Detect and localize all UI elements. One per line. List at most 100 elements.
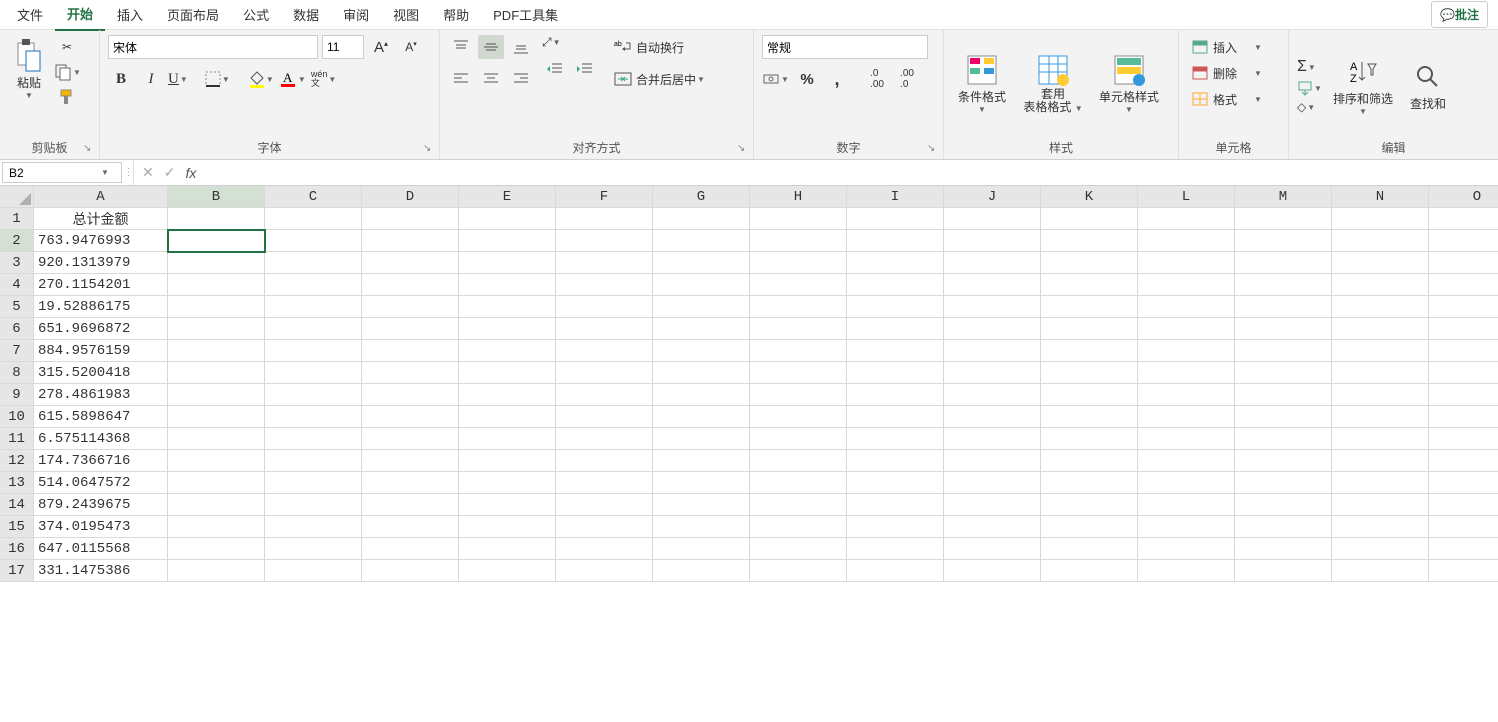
row-header[interactable]: 16 bbox=[0, 538, 34, 560]
cell[interactable] bbox=[847, 340, 944, 362]
cell[interactable]: 763.9476993 bbox=[34, 230, 168, 252]
cell[interactable] bbox=[944, 230, 1041, 252]
cell[interactable] bbox=[265, 274, 362, 296]
cell[interactable] bbox=[653, 428, 750, 450]
cell[interactable] bbox=[1138, 384, 1235, 406]
cell[interactable] bbox=[265, 296, 362, 318]
cell[interactable] bbox=[1041, 560, 1138, 582]
cell[interactable] bbox=[653, 516, 750, 538]
cell[interactable] bbox=[1138, 318, 1235, 340]
increase-font-button[interactable]: A▴ bbox=[368, 35, 394, 59]
menu-item-0[interactable]: 文件 bbox=[5, 0, 55, 30]
cell[interactable] bbox=[362, 406, 459, 428]
cell[interactable] bbox=[362, 362, 459, 384]
cell[interactable] bbox=[168, 516, 265, 538]
cell[interactable] bbox=[653, 230, 750, 252]
cell[interactable] bbox=[1235, 318, 1332, 340]
dialog-launcher[interactable]: ↘ bbox=[83, 143, 97, 157]
cell[interactable] bbox=[847, 296, 944, 318]
cell[interactable] bbox=[750, 450, 847, 472]
cell[interactable] bbox=[168, 252, 265, 274]
cell[interactable] bbox=[459, 472, 556, 494]
cell[interactable] bbox=[459, 230, 556, 252]
cell[interactable] bbox=[168, 494, 265, 516]
cell[interactable] bbox=[750, 362, 847, 384]
paste-button[interactable]: 粘贴 ▼ bbox=[8, 35, 50, 105]
cell[interactable] bbox=[459, 384, 556, 406]
column-header[interactable]: G bbox=[653, 186, 750, 208]
menu-item-6[interactable]: 审阅 bbox=[331, 0, 381, 30]
cell[interactable] bbox=[556, 450, 653, 472]
cell[interactable] bbox=[1429, 538, 1498, 560]
cell[interactable] bbox=[1138, 516, 1235, 538]
font-name-select[interactable] bbox=[108, 35, 318, 59]
cell[interactable] bbox=[556, 560, 653, 582]
cell[interactable] bbox=[750, 384, 847, 406]
cell[interactable] bbox=[1041, 296, 1138, 318]
cell[interactable] bbox=[1138, 428, 1235, 450]
cell[interactable] bbox=[1138, 472, 1235, 494]
italic-button[interactable]: I bbox=[138, 67, 164, 91]
dialog-launcher[interactable]: ↘ bbox=[423, 143, 437, 157]
cell[interactable] bbox=[168, 340, 265, 362]
cell[interactable] bbox=[1138, 230, 1235, 252]
cell[interactable] bbox=[556, 384, 653, 406]
cell[interactable] bbox=[265, 252, 362, 274]
cell[interactable] bbox=[265, 318, 362, 340]
align-center-button[interactable] bbox=[478, 67, 504, 91]
cell[interactable] bbox=[847, 494, 944, 516]
cell[interactable] bbox=[362, 384, 459, 406]
cell[interactable] bbox=[362, 274, 459, 296]
cell[interactable] bbox=[459, 274, 556, 296]
cell[interactable] bbox=[653, 362, 750, 384]
cell[interactable] bbox=[653, 384, 750, 406]
menu-item-3[interactable]: 页面布局 bbox=[155, 0, 231, 30]
cell[interactable] bbox=[750, 494, 847, 516]
cell[interactable] bbox=[556, 406, 653, 428]
clear-button[interactable]: ◇▼ bbox=[1297, 100, 1323, 114]
cell[interactable] bbox=[1138, 274, 1235, 296]
conditional-format-button[interactable]: 条件格式 ▼ bbox=[952, 39, 1012, 129]
cell[interactable] bbox=[1332, 296, 1429, 318]
cell[interactable]: 6.575114368 bbox=[34, 428, 168, 450]
cell[interactable] bbox=[750, 538, 847, 560]
menu-item-5[interactable]: 数据 bbox=[281, 0, 331, 30]
cell[interactable] bbox=[1235, 362, 1332, 384]
cell[interactable] bbox=[944, 538, 1041, 560]
cell[interactable] bbox=[944, 494, 1041, 516]
cell[interactable] bbox=[1332, 428, 1429, 450]
insert-function-button[interactable]: fx bbox=[185, 165, 196, 181]
cell[interactable] bbox=[847, 516, 944, 538]
cell[interactable] bbox=[459, 428, 556, 450]
comma-button[interactable]: , bbox=[824, 67, 850, 91]
format-painter-button[interactable] bbox=[54, 85, 80, 109]
cell[interactable] bbox=[847, 406, 944, 428]
select-all-corner[interactable] bbox=[0, 186, 34, 208]
cell[interactable] bbox=[556, 494, 653, 516]
cell[interactable] bbox=[265, 450, 362, 472]
formula-input[interactable] bbox=[204, 160, 1498, 185]
cell[interactable] bbox=[362, 208, 459, 230]
fill-color-button[interactable]: ▼ bbox=[247, 70, 275, 88]
cell[interactable] bbox=[459, 406, 556, 428]
cell[interactable] bbox=[556, 318, 653, 340]
cell[interactable] bbox=[1041, 428, 1138, 450]
accounting-format-button[interactable]: ▼ bbox=[762, 71, 790, 87]
cell[interactable] bbox=[556, 252, 653, 274]
cell[interactable] bbox=[556, 428, 653, 450]
cell[interactable]: 278.4861983 bbox=[34, 384, 168, 406]
cell[interactable] bbox=[1235, 494, 1332, 516]
border-button[interactable]: ▼ bbox=[205, 71, 231, 87]
cell[interactable] bbox=[1235, 340, 1332, 362]
cell[interactable] bbox=[362, 340, 459, 362]
cell[interactable]: 374.0195473 bbox=[34, 516, 168, 538]
cell[interactable] bbox=[459, 252, 556, 274]
align-right-button[interactable] bbox=[508, 67, 534, 91]
cell[interactable] bbox=[1429, 516, 1498, 538]
cell[interactable] bbox=[459, 208, 556, 230]
delete-cells-button[interactable]: 删除 ▼ bbox=[1187, 61, 1267, 85]
row-header[interactable]: 2 bbox=[0, 230, 34, 252]
cell[interactable] bbox=[362, 560, 459, 582]
cell[interactable] bbox=[556, 516, 653, 538]
cell[interactable] bbox=[750, 296, 847, 318]
